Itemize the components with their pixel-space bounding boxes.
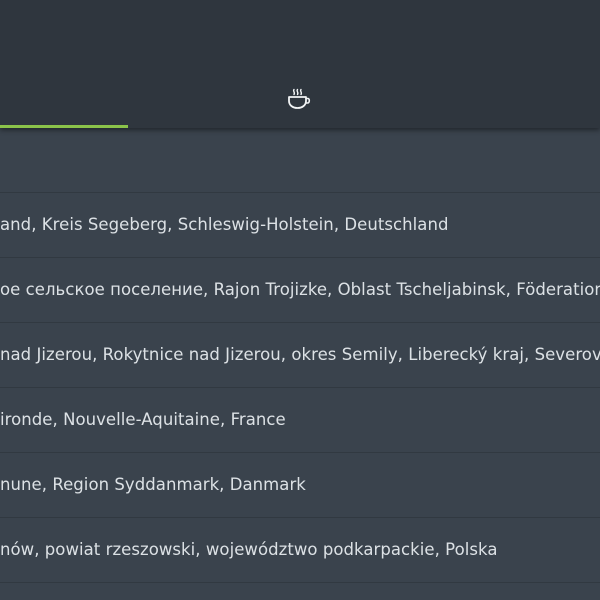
search-results-list: and, Kreis Segeberg, Schleswig-Holstein,…: [0, 128, 600, 600]
list-item-label: and, Kreis Segeberg, Schleswig-Holstein,…: [0, 215, 449, 234]
list-item[interactable]: [0, 128, 600, 193]
top-bar: [0, 0, 600, 128]
tab-indicator: [0, 125, 128, 128]
tab-coffee[interactable]: [258, 64, 338, 128]
list-item[interactable]: nune, Region Syddanmark, Danmark: [0, 453, 600, 518]
list-item-label: nune, Region Syddanmark, Danmark: [0, 475, 306, 494]
list-item[interactable]: and, Kreis Segeberg, Schleswig-Holstein,…: [0, 193, 600, 258]
list-item-label: ое сельское поселение, Rajon Trojizke, O…: [0, 280, 600, 299]
list-item-label: nów, powiat rzeszowski, województwo podk…: [0, 540, 498, 559]
coffee-cup-icon: [288, 88, 311, 109]
list-item[interactable]: nad Jizerou, Rokytnice nad Jizerou, okre…: [0, 323, 600, 388]
tab-active[interactable]: [0, 64, 128, 128]
list-item-label: nad Jizerou, Rokytnice nad Jizerou, okre…: [0, 345, 600, 364]
app-window: and, Kreis Segeberg, Schleswig-Holstein,…: [0, 0, 600, 600]
list-item[interactable]: nów, powiat rzeszowski, województwo podk…: [0, 518, 600, 583]
list-item[interactable]: ое сельское поселение, Rajon Trojizke, O…: [0, 258, 600, 323]
list-item-label: ironde, Nouvelle-Aquitaine, France: [0, 410, 286, 429]
list-item[interactable]: ironde, Nouvelle-Aquitaine, France: [0, 388, 600, 453]
